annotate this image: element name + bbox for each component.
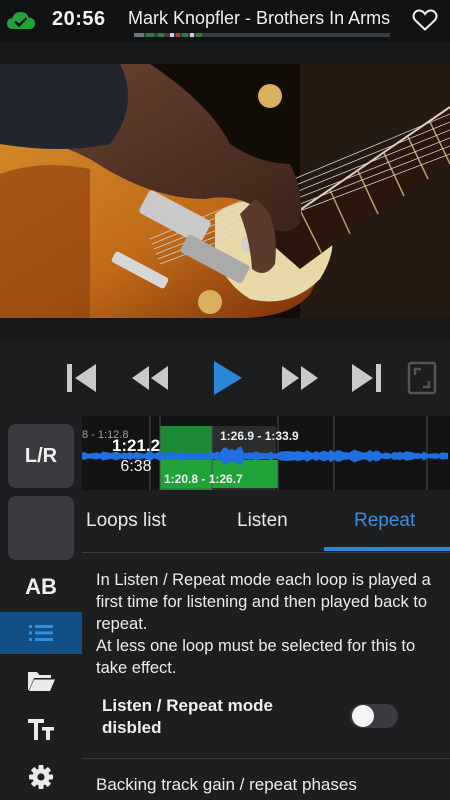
cloud-check-icon (7, 12, 35, 29)
play-button[interactable] (207, 358, 247, 398)
lr-label: L/R (24, 444, 58, 467)
sidebar: L/R AB (0, 416, 82, 800)
active-tab-indicator (324, 547, 450, 551)
player-controls (0, 340, 450, 416)
backing-gain-label[interactable]: Backing track gain / repeat phases (96, 775, 357, 795)
skip-previous-button[interactable] (62, 358, 102, 398)
skip-next-button[interactable] (346, 358, 386, 398)
video-image (0, 64, 450, 318)
fast-forward-button[interactable] (278, 358, 322, 398)
repeat-panel: In Listen / Repeat mode each loop is pla… (82, 553, 450, 800)
ab-loop-button[interactable]: AB (0, 574, 82, 600)
repeat-description: In Listen / Repeat mode each loop is pla… (96, 571, 431, 677)
skip-previous-icon (67, 364, 96, 392)
fullscreen-icon (407, 361, 437, 395)
sidebar-item-loops-list[interactable] (0, 612, 82, 654)
video-frame[interactable] (0, 64, 450, 318)
blank-button[interactable] (8, 496, 74, 560)
rewind-button[interactable] (128, 358, 172, 398)
loop-label[interactable]: 1:26.9 - 1:33.9 (220, 429, 299, 443)
tab-repeat[interactable]: Repeat (354, 510, 415, 532)
divider (82, 758, 450, 759)
repeat-toggle-label: Listen / Repeat mode disbled (102, 696, 273, 737)
tab-loops-list[interactable]: Loops list (86, 510, 166, 532)
tab-listen[interactable]: Listen (237, 510, 288, 532)
current-time: 1:21.2 (111, 436, 161, 455)
text-size-icon[interactable] (26, 714, 56, 744)
tab-bar: Loops list Listen Repeat (82, 490, 450, 553)
lr-channel-button[interactable]: L/R (8, 424, 74, 488)
folder-open-icon[interactable] (26, 666, 56, 696)
repeat-mode-toggle[interactable] (350, 704, 398, 728)
skip-next-icon (352, 364, 381, 392)
play-icon (214, 361, 242, 395)
gear-icon[interactable] (26, 762, 56, 792)
total-duration: 6:38 (120, 458, 152, 475)
top-bar: 20:56 Mark Knopfler - Brothers In Arms (0, 0, 450, 42)
heart-icon[interactable] (412, 8, 438, 32)
rewind-icon (132, 366, 168, 390)
waveform-view[interactable]: 8 - 1:12.8 1:26.9 - 1:33.9 1:20.8 - 1:26… (82, 416, 450, 490)
list-icon (26, 618, 56, 648)
clock-time: 20:56 (52, 8, 106, 30)
toggle-knob (352, 705, 374, 727)
song-title[interactable]: Mark Knopfler - Brothers In Arms (128, 8, 406, 29)
fast-forward-icon (282, 366, 318, 390)
fullscreen-button[interactable] (402, 358, 442, 398)
mini-progress-bar[interactable] (134, 33, 390, 37)
